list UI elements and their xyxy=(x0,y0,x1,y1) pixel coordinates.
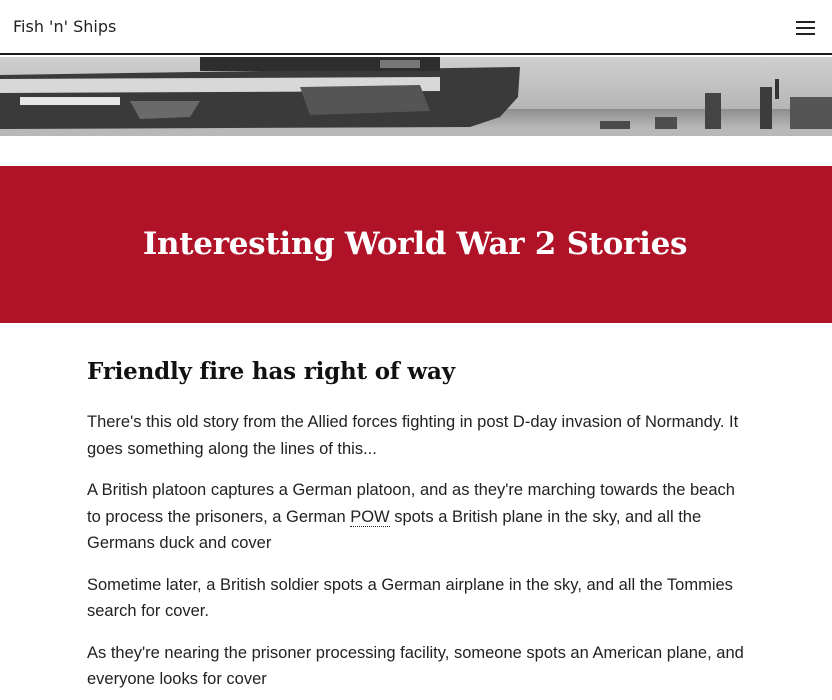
hamburger-menu-icon[interactable] xyxy=(796,19,816,37)
menu-bar xyxy=(796,27,815,29)
article: Friendly fire has right of way There's t… xyxy=(87,352,747,700)
site-header: Fish 'n' Ships xyxy=(0,0,832,55)
pow-abbreviation[interactable]: POW xyxy=(350,507,390,527)
site-title-link[interactable]: Fish 'n' Ships xyxy=(13,17,116,36)
article-heading: Friendly fire has right of way xyxy=(87,358,455,385)
article-paragraph: As they're nearing the prisoner processi… xyxy=(87,643,744,689)
page-title: Interesting World War 2 Stories xyxy=(142,226,688,262)
menu-bar xyxy=(796,33,815,35)
article-paragraph: There's this old story from the Allied f… xyxy=(87,413,739,458)
article-paragraph: Sometime later, a British soldier spots … xyxy=(87,575,733,621)
ship-banner-image xyxy=(0,57,832,136)
article-paragraph: A British platoon captures a German plat… xyxy=(87,477,747,557)
menu-bar xyxy=(796,21,815,23)
